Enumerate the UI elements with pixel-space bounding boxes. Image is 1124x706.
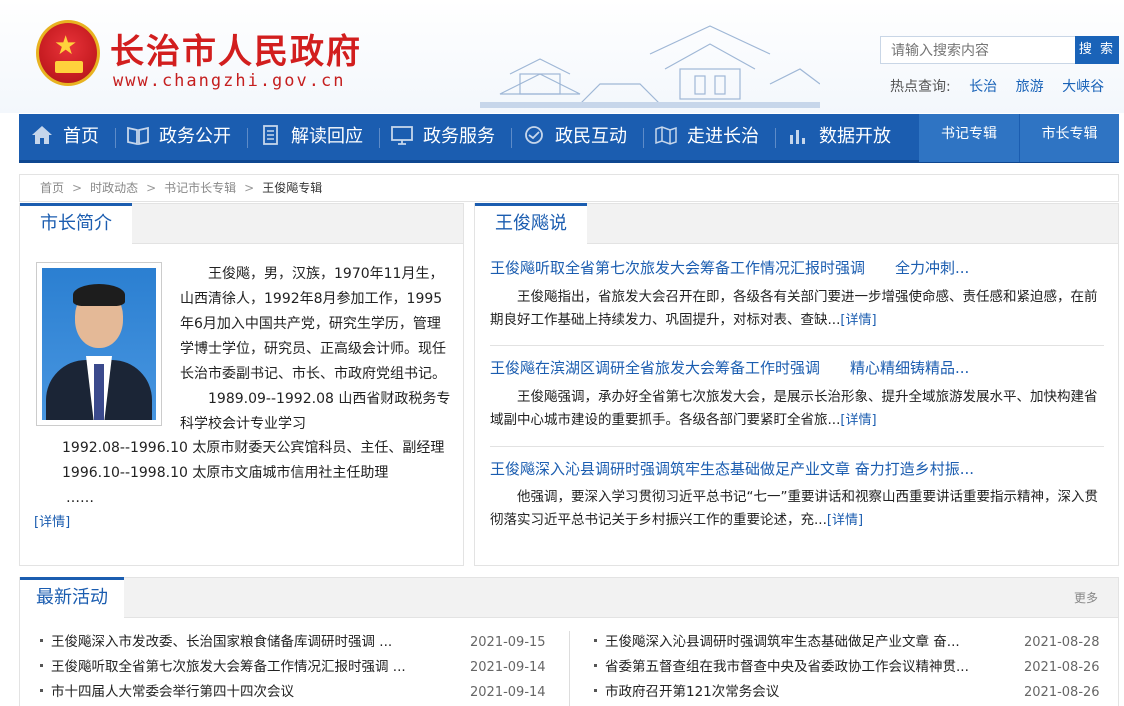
activity-title[interactable]: 省委第五督查组在我市督查中央及省委政协工作会议精神贯...: [605, 659, 969, 675]
nav-label: 首页: [63, 126, 99, 147]
career-item: 1996.10--1998.10 太原市文庙城市信用社主任助理: [62, 465, 389, 481]
site-title[interactable]: 长治市人民政府: [110, 24, 362, 73]
activity-date: 2021-08-26: [1024, 685, 1100, 700]
detail-link[interactable]: [详情]: [34, 515, 70, 530]
site-header: ★ 长治市人民政府 www.changzhi.gov.cn 搜 索 热点查询: …: [0, 0, 1124, 113]
activity-title[interactable]: 王俊飚深入沁县调研时强调筑牢生态基础做足产业文章 奋...: [605, 634, 960, 650]
nav-label: 政民互动: [555, 126, 627, 147]
bio-paragraph: 王俊飚，男，汉族，1970年11月生，山西清徐人，1992年8月参加工作，199…: [180, 266, 446, 382]
nav-item-open-data[interactable]: 数据开放: [787, 114, 891, 160]
detail-link[interactable]: [详情]: [840, 413, 876, 428]
activity-title[interactable]: 市政府召开第121次常务会议: [605, 684, 779, 700]
latest-activities-panel: 最新活动 更多 王俊飚深入市发改委、长治国家粮食储备库调研时强调 ... 2021…: [19, 577, 1119, 706]
news-title-text[interactable]: 王俊飚听取全省第七次旅发大会筹备工作情况汇报时强调: [490, 259, 865, 277]
nav-item-about-changzhi[interactable]: 走进长治: [655, 114, 759, 160]
tab-latest-activities[interactable]: 最新活动: [20, 577, 124, 618]
map-icon: [655, 126, 677, 145]
hot-link-tourism[interactable]: 旅游: [1016, 79, 1044, 95]
home-icon: [32, 126, 52, 144]
nav-item-home[interactable]: 首页: [31, 114, 99, 160]
site-url: www.changzhi.gov.cn: [113, 71, 346, 91]
activity-title[interactable]: 市十四届人大常委会举行第四十四次会议: [51, 684, 294, 700]
breadcrumb: 首页 > 时政动态 > 书记市长专辑 > 王俊飚专辑: [19, 174, 1119, 202]
news-title[interactable]: 王俊飚听取全省第七次旅发大会筹备工作情况汇报时强调 全力冲刺...: [490, 257, 969, 278]
hot-link-grand-canyon[interactable]: 大峡谷: [1062, 79, 1104, 95]
news-title[interactable]: 王俊飚深入沁县调研时强调筑牢生态基础做足产业文章 奋力打造乡村振...: [490, 458, 974, 479]
mayor-photo: [36, 262, 162, 426]
city-skyline-illustration: [480, 25, 820, 108]
hot-search-label: 热点查询:: [890, 79, 951, 95]
nav-label: 解读回应: [291, 126, 363, 147]
nav-mayor-album[interactable]: 市长专辑: [1019, 114, 1119, 162]
detail-link[interactable]: [详情]: [840, 313, 876, 328]
activity-title[interactable]: 王俊飚听取全省第七次旅发大会筹备工作情况汇报时强调 ...: [51, 659, 406, 675]
news-summary-text: 王俊飚指出，省旅发大会召开在即，各级各有关部门要进一步增强使命感、责任感和紧迫感…: [490, 289, 1098, 328]
activity-date: 2021-08-26: [1024, 660, 1100, 675]
news-title-text[interactable]: 王俊飚在滨湖区调研全省旅发大会筹备工作时强调: [490, 359, 820, 377]
activity-date: 2021-08-28: [1024, 635, 1100, 650]
bio-education: 1989.09--1992.08 山西省财政税务专科学校会计专业学习: [180, 387, 452, 437]
nav-label: 政务服务: [423, 126, 495, 147]
nav-item-services[interactable]: 政务服务: [391, 114, 495, 160]
speeches-panel: 王俊飚说 王俊飚听取全省第七次旅发大会筹备工作情况汇报时强调 全力冲刺... 王俊…: [474, 203, 1119, 566]
news-summary: 王俊飚指出，省旅发大会召开在即，各级各有关部门要进一步增强使命感、责任感和紧迫感…: [490, 286, 1108, 332]
main-nav: 首页 政务公开 解读回应 政务服务 政民互动 走进长治 数据开放 书记专辑 市长…: [19, 114, 1119, 163]
list-item[interactable]: 市政府召开第121次常务会议 2021-08-26: [594, 680, 1100, 705]
breadcrumb-album[interactable]: 书记市长专辑: [164, 181, 236, 195]
search-input[interactable]: [880, 36, 1076, 64]
bio-text: 王俊飚，男，汉族，1970年11月生，山西清徐人，1992年8月参加工作，199…: [180, 262, 452, 387]
list-item[interactable]: 市十四届人大常委会举行第四十四次会议 2021-09-14: [40, 680, 546, 705]
nav-label: 政务公开: [159, 126, 231, 147]
detail-link[interactable]: [详情]: [827, 513, 863, 528]
activity-date: 2021-09-15: [470, 635, 546, 650]
book-icon: [127, 126, 149, 145]
breadcrumb-news[interactable]: 时政动态: [90, 181, 138, 195]
bar-chart-icon: [790, 130, 805, 144]
monitor-icon: [391, 126, 413, 145]
activity-title[interactable]: 王俊飚深入市发改委、长治国家粮食储备库调研时强调 ...: [51, 634, 392, 650]
activity-date: 2021-09-14: [470, 660, 546, 675]
news-summary: 他强调，要深入学习贯彻习近平总书记“七一”重要讲话和视察山西重要讲话重要指示精神…: [490, 486, 1108, 532]
panel-header: [20, 578, 1118, 618]
career-item: ……: [66, 490, 94, 506]
news-title[interactable]: 王俊飚在滨湖区调研全省旅发大会筹备工作时强调 精心精细铸精品...: [490, 357, 969, 378]
list-item[interactable]: 王俊飚深入市发改委、长治国家粮食储备库调研时强调 ... 2021-09-15: [40, 630, 546, 655]
breadcrumb-home[interactable]: 首页: [40, 181, 64, 195]
more-link[interactable]: 更多: [1074, 589, 1098, 606]
handshake-icon: [525, 126, 543, 144]
hot-search: 热点查询: 长治 旅游 大峡谷: [890, 76, 1104, 96]
nav-item-interpretation[interactable]: 解读回应: [259, 114, 363, 160]
list-item[interactable]: 王俊飚深入沁县调研时强调筑牢生态基础做足产业文章 奋... 2021-08-28: [594, 630, 1100, 655]
news-summary-text: 他强调，要深入学习贯彻习近平总书记“七一”重要讲话和视察山西重要讲话重要指示精神…: [490, 489, 1098, 528]
list-item[interactable]: 王俊飚听取全省第七次旅发大会筹备工作情况汇报时强调 ... 2021-09-14: [40, 655, 546, 680]
news-summary: 王俊飚强调，承办好全省第七次旅发大会，是展示长治形象、提升全域旅游发展水平、加快…: [490, 386, 1108, 432]
activity-date: 2021-09-14: [470, 685, 546, 700]
tab-mayor-profile[interactable]: 市长简介: [20, 203, 132, 244]
search-button[interactable]: 搜 索: [1075, 36, 1119, 64]
career-list: 1992.08--1996.10 太原市财委天公宾馆科员、主任、副经理 1996…: [62, 436, 462, 511]
tab-speeches[interactable]: 王俊飚说: [475, 203, 587, 244]
nav-label: 走进长治: [687, 126, 759, 147]
news-title-text[interactable]: 王俊飚深入沁县调研时强调筑牢生态基础做足产业文章 奋力打造乡村振...: [490, 460, 974, 478]
news-title-tail[interactable]: 全力冲刺...: [895, 259, 969, 277]
mayor-profile-panel: 市长简介 王俊飚，男，汉族，1970年11月生，山西清徐人，1992年8月参加工…: [19, 203, 464, 566]
national-emblem-icon[interactable]: ★: [36, 20, 100, 86]
breadcrumb-current: 王俊飚专辑: [262, 181, 323, 195]
bio-paragraph: 1989.09--1992.08 山西省财政税务专科学校会计专业学习: [180, 391, 451, 432]
nav-item-interaction[interactable]: 政民互动: [523, 114, 627, 160]
hot-link-changzhi[interactable]: 长治: [969, 79, 997, 95]
career-item: 1992.08--1996.10 太原市财委天公宾馆科员、主任、副经理: [62, 440, 445, 456]
news-title-tail[interactable]: 精心精细铸精品...: [850, 359, 969, 377]
list-item[interactable]: 省委第五督查组在我市督查中央及省委政协工作会议精神贯... 2021-08-26: [594, 655, 1100, 680]
nav-label: 数据开放: [819, 126, 891, 147]
document-icon: [263, 125, 278, 145]
nav-item-gov-affairs[interactable]: 政务公开: [127, 114, 231, 160]
profile-detail-link[interactable]: [详情]: [34, 510, 70, 535]
news-summary-text: 王俊飚强调，承办好全省第七次旅发大会，是展示长治形象、提升全域旅游发展水平、加快…: [490, 389, 1098, 428]
nav-secretary-album[interactable]: 书记专辑: [919, 114, 1019, 162]
